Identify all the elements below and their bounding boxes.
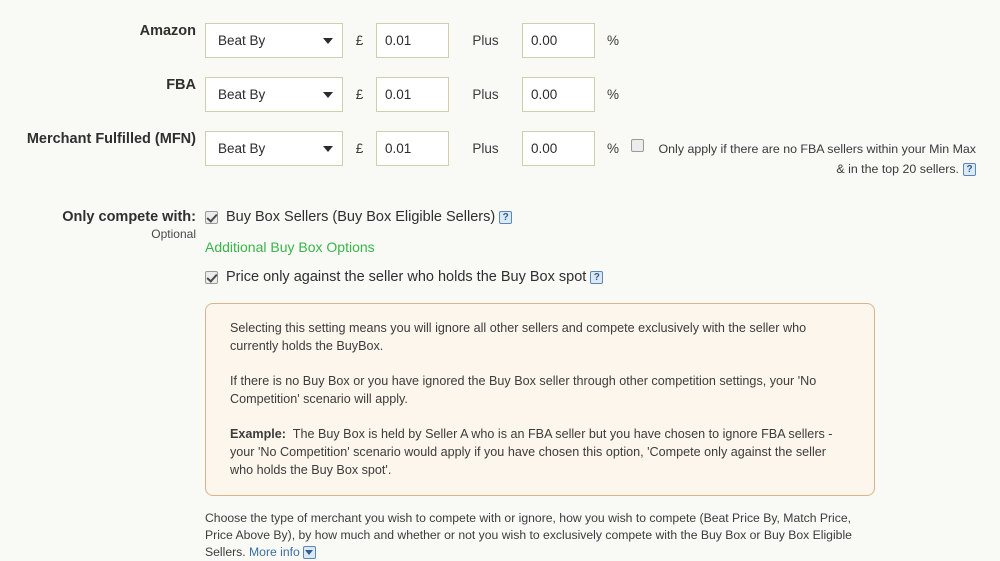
amazon-percent-input[interactable] (522, 23, 595, 58)
mfn-strategy-select[interactable]: Beat By (205, 131, 343, 166)
pricing-competition-settings-page: Amazon Beat By £ Plus % FBA Beat By £ Pl… (0, 0, 1000, 560)
buybox-sellers-label-group: Buy Box Sellers (Buy Box Eligible Seller… (226, 209, 513, 225)
mfn-no-fba-sellers-label: Only apply if there are no FBA sellers w… (651, 139, 976, 179)
buybox-info-panel: Selecting this setting means you will ig… (205, 303, 875, 496)
fba-row-controls: Beat By £ Plus % (205, 77, 1000, 112)
more-info-link[interactable]: More info (249, 545, 300, 559)
mfn-strategy-value: Beat By (218, 141, 266, 156)
only-compete-with-label: Only compete with: (62, 209, 196, 225)
chevron-down-icon (323, 37, 333, 44)
only-compete-with-label-group: Only compete with: Optional (0, 209, 205, 241)
amazon-strategy-select[interactable]: Beat By (205, 23, 343, 58)
footer-help-text: Choose the type of merchant you wish to … (205, 510, 877, 561)
help-icon[interactable]: ? (499, 210, 513, 224)
price-only-against-buybox-holder-label: Price only against the seller who holds … (226, 269, 587, 285)
chevron-down-icon (323, 145, 333, 152)
fba-currency-symbol: £ (355, 87, 364, 102)
help-icon[interactable]: ? (590, 270, 604, 284)
amazon-plus-label: Plus (472, 33, 499, 48)
amazon-amount-input[interactable] (376, 23, 449, 58)
fba-amount-input[interactable] (376, 77, 449, 112)
mfn-percent-symbol: % (606, 141, 619, 156)
mfn-amount-input[interactable] (376, 131, 449, 166)
additional-buy-box-options-link[interactable]: Additional Buy Box Options (205, 239, 375, 255)
mfn-plus-label: Plus (472, 141, 499, 156)
buybox-sellers-checkbox[interactable] (205, 210, 218, 224)
mfn-settings-row: Merchant Fulfilled (MFN) Beat By £ Plus … (0, 112, 1000, 179)
info-panel-example-text: The Buy Box is held by Seller A who is a… (230, 427, 833, 477)
fba-strategy-value: Beat By (218, 87, 266, 102)
mfn-no-fba-sellers-checkbox[interactable] (631, 139, 644, 152)
mfn-currency-symbol: £ (355, 141, 364, 156)
fba-percent-input[interactable] (522, 77, 595, 112)
mfn-row-controls: Beat By £ Plus % Only apply if there are… (205, 131, 1000, 179)
fba-row-label: FBA (166, 77, 196, 93)
mfn-percent-input[interactable] (522, 131, 595, 166)
amazon-percent-symbol: % (606, 33, 619, 48)
amazon-settings-row: Amazon Beat By £ Plus % (0, 0, 1000, 58)
help-icon[interactable]: ? (963, 163, 976, 177)
mfn-no-fba-sellers-option: Only apply if there are no FBA sellers w… (631, 131, 976, 179)
chevron-down-icon[interactable] (302, 546, 316, 560)
fba-plus-label: Plus (472, 87, 499, 102)
amazon-currency-symbol: £ (355, 33, 364, 48)
chevron-down-icon (323, 91, 333, 98)
info-panel-paragraph-1: Selecting this setting means you will ig… (230, 321, 807, 353)
price-only-against-buybox-holder-option: Price only against the seller who holds … (205, 269, 1000, 285)
mfn-no-fba-sellers-text: Only apply if there are no FBA sellers w… (658, 142, 976, 176)
only-compete-with-body: Buy Box Sellers (Buy Box Eligible Seller… (205, 209, 1000, 561)
amazon-strategy-value: Beat By (218, 33, 266, 48)
only-compete-with-optional-note: Optional (151, 227, 196, 241)
fba-percent-symbol: % (606, 87, 619, 102)
amazon-row-controls: Beat By £ Plus % (205, 23, 1000, 58)
mfn-row-label: Merchant Fulfilled (MFN) (26, 131, 196, 147)
only-compete-with-section: Only compete with: Optional Buy Box Sell… (0, 179, 1000, 561)
fba-settings-row: FBA Beat By £ Plus % (0, 58, 1000, 112)
price-only-label-group: Price only against the seller who holds … (226, 269, 604, 285)
buybox-sellers-label: Buy Box Sellers (Buy Box Eligible Seller… (226, 209, 496, 225)
info-panel-example-label: Example: (230, 427, 286, 441)
info-panel-paragraph-2: If there is no Buy Box or you have ignor… (230, 374, 817, 406)
buybox-sellers-option: Buy Box Sellers (Buy Box Eligible Seller… (205, 209, 1000, 225)
price-only-against-buybox-holder-checkbox[interactable] (205, 270, 218, 284)
amazon-row-label: Amazon (139, 23, 196, 39)
fba-strategy-select[interactable]: Beat By (205, 77, 343, 112)
info-panel-example: Example: The Buy Box is held by Seller A… (230, 425, 852, 479)
